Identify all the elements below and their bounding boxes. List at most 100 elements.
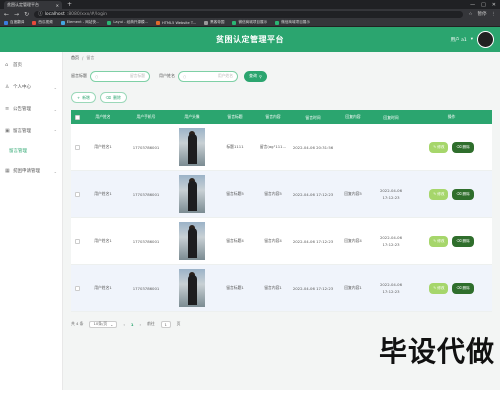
trash-icon: ⌫: [456, 239, 462, 243]
column-header: 用户姓名: [95, 114, 111, 119]
row-checkbox[interactable]: [74, 191, 80, 197]
user-photo: [179, 222, 205, 260]
back-icon[interactable]: ←: [4, 11, 9, 18]
edit-button[interactable]: ✎ 修改: [429, 282, 449, 294]
select-all-checkbox[interactable]: [74, 114, 80, 120]
bookmark[interactable]: 微信商城项目展示: [232, 20, 267, 25]
cell-content: 留言内容4: [264, 238, 282, 243]
goto-page-input[interactable]: 1: [160, 320, 171, 328]
user-menu[interactable]: 用户 a1 ▾: [451, 31, 494, 48]
edit-button[interactable]: ✎ 修改: [429, 188, 449, 200]
tab-title: 贫困认定管理平台: [7, 2, 39, 7]
chevron-down-icon: ⌄: [53, 84, 57, 90]
profile-button[interactable]: 暂停: [478, 11, 487, 17]
cell-content: 留言内容1: [264, 285, 282, 290]
column-header: 回复时间: [383, 114, 399, 120]
batch-delete-button[interactable]: ⌫ 删除: [99, 92, 127, 103]
reload-icon[interactable]: ↻: [24, 11, 29, 18]
sidebar-subitem-messages[interactable]: 留言管理: [0, 142, 62, 160]
tab-close-icon[interactable]: ✕: [56, 3, 59, 8]
title-search-input[interactable]: ○ 留言标题: [90, 70, 150, 82]
cell-title: 留言标题5: [226, 191, 244, 196]
prev-page-icon[interactable]: ‹: [123, 322, 125, 327]
table-row: 用户姓名1 17703786001 留言标题1 留言内容1 2022-04-06…: [71, 265, 492, 312]
action-bar: + 新增 ⌫ 删除: [71, 90, 492, 105]
maximize-icon[interactable]: □: [481, 2, 486, 8]
row-checkbox[interactable]: [74, 144, 80, 150]
chevron-down-icon: ⌄: [110, 321, 114, 327]
cell-phone: 17703786001: [132, 238, 160, 244]
grid-icon: ▦: [5, 168, 10, 174]
search-icon: ○: [95, 73, 99, 79]
column-header: 回复内容: [345, 114, 361, 119]
search-icon: ○: [183, 73, 187, 79]
cell-content: 留言(ag"111...: [259, 144, 287, 149]
delete-button[interactable]: ⌫ 删除: [452, 235, 474, 247]
cell-name: 用户姓名1: [94, 238, 112, 243]
url-field[interactable]: ⓘ localhost :8080/xxx/#/login: [34, 10, 464, 18]
bookmark-icon: [60, 20, 65, 25]
cell-time: 2022-04-06 17:12:23: [292, 238, 334, 244]
total-count: 共 4 条: [71, 321, 84, 326]
cell-title: 留言标题1: [226, 285, 244, 290]
delete-button[interactable]: ⌫ 删除: [452, 188, 474, 200]
cell-time: 2022-04-06 17:12:23: [292, 285, 334, 291]
edit-button[interactable]: ✎ 修改: [429, 141, 449, 153]
column-header: 留言标题: [227, 114, 243, 119]
cell-content: 留言内容5: [264, 191, 282, 196]
bookmark[interactable]: 西瓜视频: [32, 20, 53, 25]
edit-button[interactable]: ✎ 修改: [429, 235, 449, 247]
user-photo: [179, 175, 205, 213]
new-tab-icon[interactable]: +: [67, 1, 72, 8]
page-size-select[interactable]: 10条/页 ⌄: [89, 320, 118, 328]
minimize-icon[interactable]: —: [470, 2, 475, 8]
table-row: 用户姓名1 17703786001 留言标题5 留言内容5 2022-04-06…: [71, 171, 492, 218]
cell-reply: 回复内容1: [344, 285, 362, 290]
delete-button[interactable]: ⌫ 删除: [452, 141, 474, 153]
chevron-down-icon: ▾: [470, 37, 473, 42]
sidebar-item-home[interactable]: ⌂ 首页: [0, 54, 62, 76]
cell-reply: 回复内容5: [344, 191, 362, 196]
bookmark[interactable]: 百度翻译: [4, 20, 24, 25]
star-icon[interactable]: ☆: [468, 12, 472, 17]
table-row: 用户姓名1 17703786001 标题1111 留言(ag"111... 20…: [71, 124, 492, 171]
bookmark-icon: [32, 20, 37, 25]
sidebar-item-poverty-apply[interactable]: ▦ 贫困申请管理 ⌄: [0, 160, 62, 182]
row-checkbox[interactable]: [74, 238, 80, 244]
menu-icon[interactable]: ⋮: [492, 12, 497, 17]
bookmark[interactable]: Element - 网站快...: [60, 20, 99, 25]
bookmark-icon: [156, 20, 161, 25]
cell-name: 用户姓名1: [94, 144, 112, 149]
cell-name: 用户姓名1: [94, 285, 112, 290]
delete-button[interactable]: ⌫ 删除: [452, 282, 474, 294]
search-form: 留言标题 ○ 留言标题 用户姓名 ○ 用户姓名 查询 ⚲: [71, 66, 492, 86]
bookmark[interactable]: HTML5 Website T...: [156, 20, 196, 25]
page-unit: 页: [176, 321, 181, 326]
bookmark[interactable]: 微信商城项目展示: [275, 20, 310, 25]
name-search-input[interactable]: ○ 用户姓名: [178, 70, 238, 82]
name-search-label: 用户姓名: [159, 73, 175, 78]
cell-time: 2022-04-06 17:12:23: [292, 191, 334, 197]
row-checkbox[interactable]: [74, 285, 80, 291]
edit-icon: ✎: [433, 286, 437, 290]
query-button[interactable]: 查询 ⚲: [244, 70, 267, 82]
window-controls: — □ ✕: [470, 2, 500, 8]
plus-icon: +: [77, 95, 81, 100]
sidebar-item-profile[interactable]: ♙ 个人中心 ⌄: [0, 76, 62, 98]
bookmark[interactable]: Layui - 经典开源模...: [107, 20, 148, 25]
sidebar-item-messages[interactable]: ▣ 留言管理 ⌃: [0, 120, 62, 142]
table-header: 用户姓名 用户手机号 用户头像 留言标题 留言内容 留言时间 回复内容 回复时间…: [71, 110, 492, 124]
add-button[interactable]: + 新增: [71, 92, 96, 103]
page-number[interactable]: 1: [131, 322, 134, 327]
cell-name: 用户姓名1: [94, 191, 112, 196]
breadcrumb-home[interactable]: 首页: [71, 55, 79, 61]
next-page-icon[interactable]: ›: [140, 322, 142, 327]
column-header: 留言时间: [305, 114, 321, 120]
close-window-icon[interactable]: ✕: [492, 2, 496, 8]
browser-tab[interactable]: 贫困认定管理平台 ✕: [4, 1, 62, 9]
bookmark[interactable]: 黑客帝国: [204, 20, 224, 25]
sidebar-item-notices[interactable]: ≡ 公告管理 ⌄: [0, 98, 62, 120]
cell-phone: 17703786001: [132, 285, 160, 291]
forward-icon[interactable]: →: [14, 11, 19, 18]
avatar[interactable]: [477, 31, 494, 48]
